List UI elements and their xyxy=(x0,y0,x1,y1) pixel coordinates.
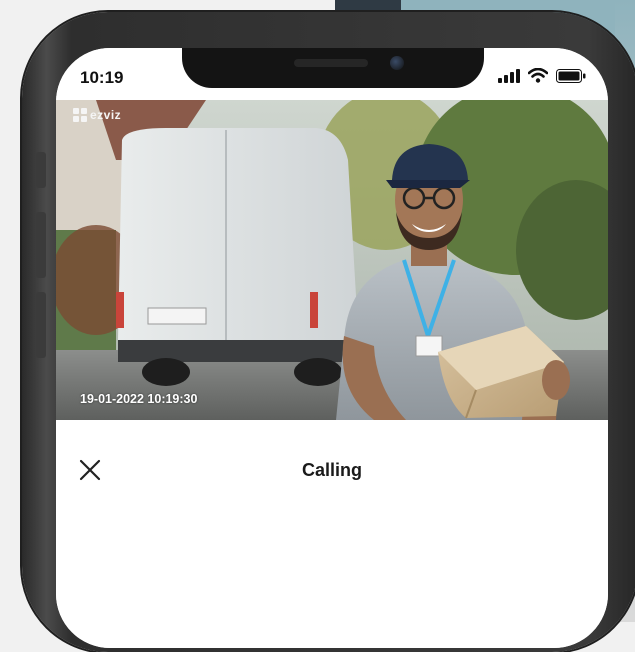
cellular-signal-icon xyxy=(498,68,520,83)
phone-notch xyxy=(182,48,484,88)
call-status-title: Calling xyxy=(301,460,362,480)
delivery-person-scene xyxy=(56,100,608,420)
phone-mute-switch xyxy=(36,152,46,188)
earpiece-speaker xyxy=(294,59,368,67)
status-time: 10:19 xyxy=(80,68,124,87)
doorbell-video-feed[interactable]: ezviz 19-01-2022 10:19:30 xyxy=(56,100,608,420)
battery-icon xyxy=(556,68,586,83)
ezviz-logo-text: ezviz xyxy=(90,108,122,122)
call-panel: Calling xyxy=(56,420,608,648)
front-camera xyxy=(390,56,404,70)
phone-screen: 10:19 ezviz 19-01-2022 10:19:30 Calling xyxy=(56,48,608,648)
ezviz-logo: ezviz xyxy=(73,108,121,122)
phone-volume-down-button xyxy=(36,292,46,358)
status-icons xyxy=(498,68,586,83)
video-timestamp: 19-01-2022 10:19:30 xyxy=(80,392,198,406)
phone-volume-up-button xyxy=(36,212,46,278)
ezviz-logo-mark-icon xyxy=(73,108,87,122)
wifi-icon xyxy=(528,68,548,83)
